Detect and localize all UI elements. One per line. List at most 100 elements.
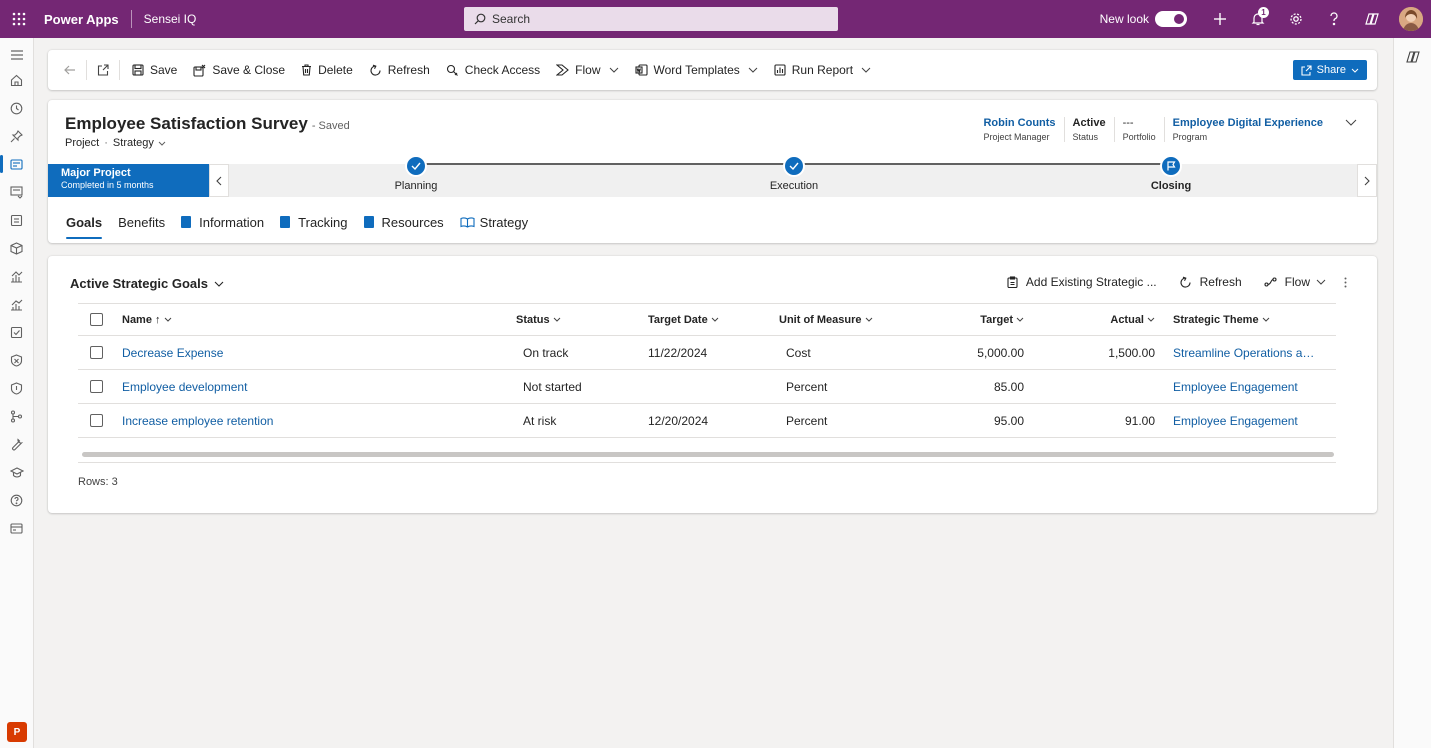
grid-refresh-button[interactable]: Refresh [1179,275,1242,289]
column-header-name[interactable]: Name ↑ [122,314,516,326]
flow-button[interactable]: Flow [548,50,626,90]
stage-execution[interactable]: Execution [770,180,818,192]
saved-status: - Saved [311,120,350,132]
more-commands-icon[interactable] [1344,277,1347,288]
home-icon[interactable] [0,66,33,94]
theme-link[interactable]: Streamline Operations and R... [1155,346,1315,360]
header-field-project-manager: Robin Counts Project Manager [975,117,1063,142]
row-checkbox[interactable] [90,414,103,427]
add-icon[interactable] [1201,0,1239,38]
portfolio-icon[interactable] [0,178,33,206]
refresh-button[interactable]: Refresh [361,50,438,90]
menu-icon[interactable] [0,44,33,66]
table-row[interactable]: Decrease Expense On track 11/22/2024 Cos… [78,336,1336,370]
wrench-icon[interactable] [0,430,33,458]
planning-stage-check-icon[interactable] [405,155,427,177]
help-icon[interactable] [1315,0,1353,38]
notification-count: 1 [1258,7,1269,18]
row-checkbox[interactable] [90,380,103,393]
package-icon[interactable] [0,234,33,262]
stage-closing[interactable]: Closing [1151,180,1191,192]
help-circle-icon[interactable] [0,486,33,514]
program-value[interactable]: Employee Digital Experience [1173,117,1323,130]
column-header-theme[interactable]: Strategic Theme [1155,314,1315,326]
open-new-window-button[interactable] [91,50,115,90]
column-header-target-date[interactable]: Target Date [648,314,779,326]
learning-icon[interactable] [0,458,33,486]
app-launcher-icon[interactable] [0,0,38,38]
divider [78,462,1336,463]
new-look-toggle[interactable] [1155,11,1187,27]
recent-icon[interactable] [0,94,33,122]
delete-button[interactable]: Delete [293,50,361,90]
report-icon[interactable] [0,290,33,318]
tab-goals[interactable]: Goals [66,211,103,239]
chevron-down-icon [609,67,618,73]
row-count: Rows: 3 [78,476,118,488]
theme-link[interactable]: Employee Engagement [1155,414,1315,428]
pinned-icon[interactable] [0,122,33,150]
hierarchy-icon[interactable] [0,402,33,430]
notifications-icon[interactable]: 1 [1239,0,1277,38]
row-checkbox[interactable] [90,346,103,359]
copilot-pane-icon[interactable] [1406,50,1420,64]
chevron-down-icon[interactable] [158,141,166,146]
subgrid-commands: Add Existing Strategic ... Refresh Flow [985,272,1347,292]
closing-stage-flag-icon[interactable] [1160,155,1182,177]
area-switcher-badge[interactable]: P [7,722,27,742]
word-templates-button[interactable]: Word Templates [627,50,766,90]
horizontal-scrollbar[interactable] [82,452,1334,457]
theme-link[interactable]: Employee Engagement [1155,380,1315,394]
tab-benefits[interactable]: Benefits [118,211,165,233]
select-all-checkbox[interactable] [90,313,103,326]
check-access-button[interactable]: Check Access [438,50,548,90]
header-field-portfolio: --- Portfolio [1113,117,1164,142]
risk-icon[interactable] [0,346,33,374]
goal-name-link[interactable]: Decrease Expense [122,346,516,360]
form-selector[interactable]: Strategy [113,137,154,149]
tab-strategy[interactable]: Strategy [460,211,528,233]
column-header-target[interactable]: Target [929,314,1024,326]
table-row[interactable]: Increase employee retention At risk 12/2… [78,404,1336,438]
project-manager-label: Project Manager [983,132,1050,142]
save-button[interactable]: Save [124,50,185,90]
table-row[interactable]: Employee development Not started Percent… [78,370,1336,404]
grid-flow-button[interactable]: Flow [1264,275,1326,289]
expand-header-chevron-icon[interactable] [1345,119,1357,126]
bpf-next-button[interactable] [1357,164,1377,197]
divider [86,60,87,80]
copilot-icon[interactable] [1353,0,1391,38]
chart-icon[interactable] [0,262,33,290]
shield-icon[interactable] [0,374,33,402]
column-header-status[interactable]: Status [516,314,648,326]
run-report-button[interactable]: Run Report [766,50,879,90]
column-header-unit[interactable]: Unit of Measure [779,314,929,326]
share-button[interactable]: Share [1292,60,1367,80]
add-existing-button[interactable]: Add Existing Strategic ... [1007,275,1157,289]
environment-name[interactable]: Sensei IQ [144,12,197,26]
checklist-icon[interactable] [0,318,33,346]
goal-name-link[interactable]: Employee development [122,380,516,394]
command-bar: Save Save & Close Delete Refresh Check A… [48,50,1377,90]
stage-planning[interactable]: Planning [395,180,438,192]
save-close-button[interactable]: Save & Close [185,50,293,90]
tab-tracking[interactable]: Tracking [280,211,348,233]
user-avatar[interactable] [1399,7,1423,31]
view-selector[interactable]: Active Strategic Goals [70,276,224,291]
settings-icon[interactable] [1277,0,1315,38]
project-manager-value[interactable]: Robin Counts [983,117,1055,130]
unit-cell: Percent [786,413,828,428]
programs-icon[interactable] [0,206,33,234]
execution-stage-check-icon[interactable] [783,155,805,177]
app-name[interactable]: Power Apps [44,12,119,27]
goal-name-link[interactable]: Increase employee retention [122,414,516,428]
projects-icon[interactable] [0,150,33,178]
search-input[interactable]: Search [464,7,838,31]
tab-resources[interactable]: Resources [363,211,444,233]
back-button[interactable] [58,50,82,90]
tab-information[interactable]: Information [181,211,264,233]
column-header-actual[interactable]: Actual [1024,314,1155,326]
bpf-prev-button[interactable] [209,164,229,197]
card-icon[interactable] [0,514,33,542]
active-process-stage[interactable]: Major Project Completed in 5 months [48,164,209,197]
